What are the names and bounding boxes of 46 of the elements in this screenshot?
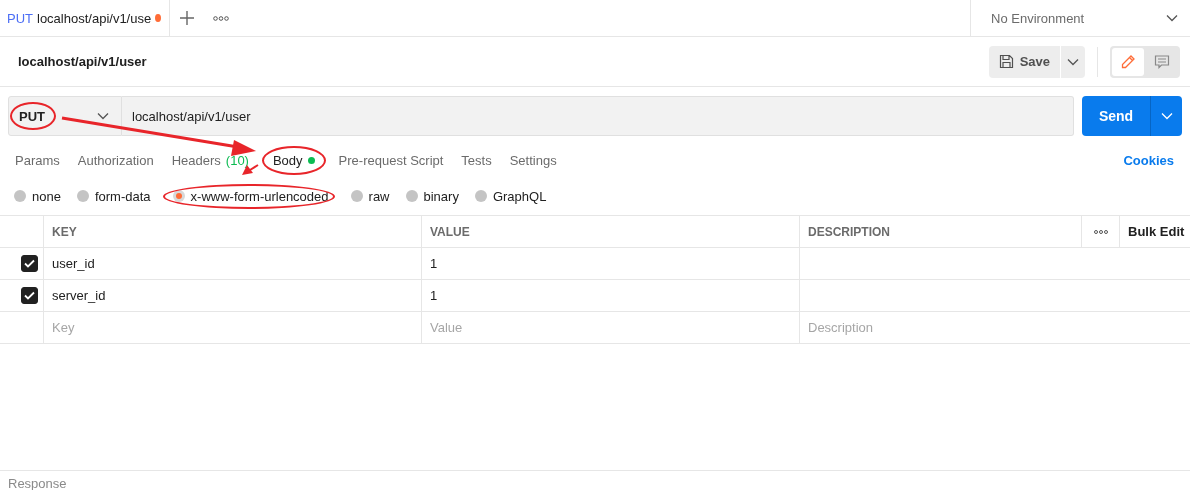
key-cell: server_id <box>52 288 106 303</box>
request-section-tab[interactable]: Params <box>6 152 69 168</box>
body-type-radio[interactable]: raw <box>350 188 390 204</box>
request-section-tab[interactable]: Authorization <box>68 152 163 168</box>
send-button[interactable]: Send <box>1082 96 1150 136</box>
request-name: localhost/api/v1/user <box>18 54 147 69</box>
cookies-link[interactable]: Cookies <box>1113 152 1184 168</box>
chevron-down-icon <box>97 112 109 120</box>
chevron-down-icon <box>1160 112 1173 120</box>
checkmark-icon <box>24 291 35 300</box>
body-type-radio[interactable]: x-www-form-urlencoded <box>172 188 329 204</box>
request-section-tab[interactable]: Headers (10) <box>162 152 258 168</box>
value-cell: 1 <box>430 256 438 271</box>
key-cell: user_id <box>52 256 95 271</box>
column-header: VALUE <box>430 224 470 239</box>
body-type-radio[interactable]: form-data <box>76 188 151 204</box>
save-options-button[interactable] <box>1061 45 1085 78</box>
request-section-tab[interactable]: Body <box>263 152 324 168</box>
more-icon <box>213 15 229 21</box>
more-icon[interactable] <box>1093 229 1108 234</box>
value-cell: 1 <box>430 288 438 303</box>
body-type-radio[interactable]: none <box>14 188 61 204</box>
pencil-icon <box>1120 53 1136 70</box>
request-section-tab[interactable]: Settings <box>500 152 566 168</box>
header-count: (10) <box>225 152 249 168</box>
save-icon <box>998 54 1014 69</box>
edit-mode-button[interactable] <box>1112 47 1144 76</box>
comment-icon <box>1154 53 1170 70</box>
body-type-radio[interactable]: GraphQL <box>474 188 547 204</box>
chevron-down-icon <box>1067 57 1079 66</box>
bulk-edit-button[interactable]: Bulk Edit <box>1128 224 1185 239</box>
column-header: DESCRIPTION <box>808 224 890 239</box>
method-select[interactable]: PUT <box>8 96 122 136</box>
request-section-tab[interactable]: Tests <box>452 152 501 168</box>
checkmark-icon <box>24 259 35 268</box>
save-button[interactable]: Save <box>988 45 1060 78</box>
chevron-down-icon <box>1166 14 1178 22</box>
body-type-radio[interactable]: binary <box>405 188 459 204</box>
checkbox[interactable] <box>21 287 38 304</box>
url-field[interactable]: localhost/api/v1/user <box>122 96 1074 136</box>
checkbox[interactable] <box>21 255 38 272</box>
request-section-tab[interactable]: Pre-request Script <box>329 152 453 168</box>
send-options-button[interactable] <box>1150 96 1182 136</box>
plus-icon <box>180 11 194 25</box>
response-title: Response <box>8 477 67 490</box>
column-header: KEY <box>52 224 77 239</box>
